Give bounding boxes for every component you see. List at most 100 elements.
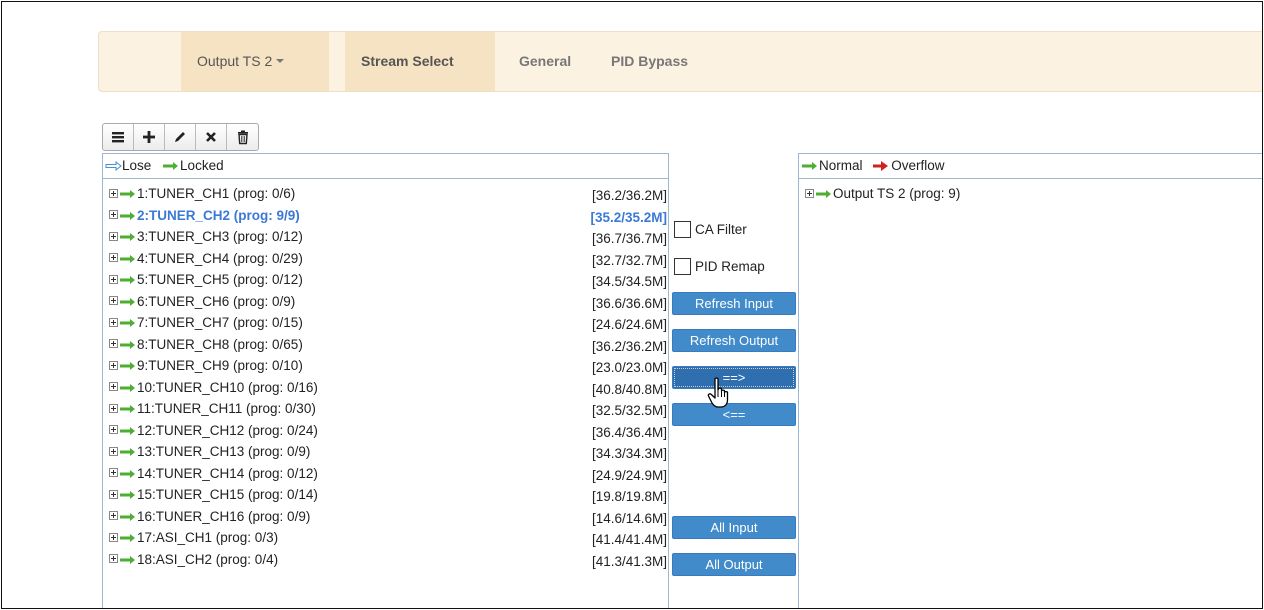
- expand-icon[interactable]: [109, 317, 118, 327]
- ca-filter-box[interactable]: [674, 221, 691, 238]
- tree-row[interactable]: 15:TUNER_CH15 (prog: 0/14) [19.8/19.8M]: [103, 484, 668, 506]
- expand-icon[interactable]: [109, 296, 118, 306]
- move-right-button[interactable]: ==>: [672, 366, 796, 389]
- input-tree: 1:TUNER_CH1 (prog: 0/6) [36.2/36.2M] 2:TUN…: [103, 179, 668, 570]
- expand-icon[interactable]: [109, 468, 118, 478]
- tab-pid-bypass[interactable]: PID Bypass: [595, 32, 704, 91]
- tree-row[interactable]: 3:TUNER_CH3 (prog: 0/12) [36.7/36.7M]: [103, 226, 668, 248]
- tree-row[interactable]: 16:TUNER_CH16 (prog: 0/9) [14.6/14.6M]: [103, 506, 668, 528]
- channel-label[interactable]: 7:TUNER_CH7 (prog: 0/15): [137, 315, 303, 330]
- tree-row[interactable]: 9:TUNER_CH9 (prog: 0/10) [23.0/23.0M]: [103, 355, 668, 377]
- expand-icon[interactable]: [109, 425, 118, 435]
- all-output-button[interactable]: All Output: [672, 553, 796, 576]
- expand-icon[interactable]: [109, 554, 118, 564]
- expand-icon[interactable]: [109, 231, 118, 241]
- bitrate-value: [24.6/24.6M]: [591, 317, 667, 332]
- expand-icon[interactable]: [109, 360, 118, 370]
- channel-label[interactable]: 6:TUNER_CH6 (prog: 0/9): [137, 294, 295, 309]
- pid-remap-box[interactable]: [674, 258, 691, 275]
- tab-output-ts-dropdown[interactable]: Output TS 2: [181, 32, 329, 91]
- channel-label[interactable]: 11:TUNER_CH11 (prog: 0/30): [137, 401, 316, 416]
- close-icon: [206, 132, 216, 142]
- channel-label[interactable]: 18:ASI_CH2 (prog: 0/4): [137, 552, 278, 567]
- refresh-output-button[interactable]: Refresh Output: [672, 329, 796, 352]
- expand-icon[interactable]: [109, 511, 118, 521]
- remove-button[interactable]: [196, 124, 227, 150]
- locked-arrow-icon: [120, 383, 135, 392]
- expand-icon[interactable]: [109, 339, 118, 349]
- locked-arrow-icon: [120, 362, 135, 371]
- expand-icon[interactable]: [109, 188, 118, 198]
- tree-row[interactable]: 11:TUNER_CH11 (prog: 0/30) [32.5/32.5M]: [103, 398, 668, 420]
- channel-label[interactable]: 16:TUNER_CH16 (prog: 0/9): [137, 509, 310, 524]
- tree-row[interactable]: 1:TUNER_CH1 (prog: 0/6) [36.2/36.2M]: [103, 183, 668, 205]
- locked-arrow-icon: [120, 211, 135, 220]
- channel-label[interactable]: 2:TUNER_CH2 (prog: 9/9): [137, 208, 300, 223]
- bitrate-value: [32.5/32.5M]: [591, 403, 667, 418]
- normal-arrow-icon: [802, 162, 817, 171]
- edit-button[interactable]: [165, 124, 196, 150]
- channel-label[interactable]: 15:TUNER_CH15 (prog: 0/14): [137, 487, 318, 502]
- channel-label[interactable]: 3:TUNER_CH3 (prog: 0/12): [137, 229, 303, 244]
- expand-icon[interactable]: [109, 210, 118, 220]
- refresh-input-button[interactable]: Refresh Input: [672, 292, 796, 315]
- tree-row[interactable]: 10:TUNER_CH10 (prog: 0/16) [40.8/40.8M]: [103, 377, 668, 399]
- pid-remap-checkbox[interactable]: PID Remap: [674, 258, 765, 275]
- expand-icon[interactable]: [109, 253, 118, 263]
- bitrate-value: [14.6/14.6M]: [591, 510, 667, 526]
- ca-filter-checkbox[interactable]: CA Filter: [674, 221, 747, 238]
- bitrate-value: [36.7/36.7M]: [591, 231, 667, 246]
- channel-label[interactable]: 17:ASI_CH1 (prog: 0/3): [137, 530, 278, 545]
- channel-label[interactable]: 1:TUNER_CH1 (prog: 0/6): [137, 186, 295, 201]
- all-input-button[interactable]: All Input: [672, 516, 796, 539]
- output-label[interactable]: Output TS 2 (prog: 9): [833, 186, 960, 201]
- tree-row[interactable]: 12:TUNER_CH12 (prog: 0/24) [36.4/36.4M]: [103, 420, 668, 442]
- expand-icon[interactable]: [109, 403, 118, 413]
- tab-stream-select[interactable]: Stream Select: [345, 32, 495, 91]
- tree-row[interactable]: 18:ASI_CH2 (prog: 0/4) [41.3/41.3M]: [103, 549, 668, 571]
- channel-label[interactable]: 14:TUNER_CH14 (prog: 0/12): [137, 466, 318, 481]
- output-stream-panel: Normal Overflow Output TS 2 (prog: 9): [798, 153, 1262, 608]
- channel-label[interactable]: 10:TUNER_CH10 (prog: 0/16): [137, 380, 318, 395]
- locked-arrow-icon: [120, 190, 135, 199]
- tree-row[interactable]: 2:TUNER_CH2 (prog: 9/9) [35.2/35.2M]: [103, 205, 668, 227]
- tree-row[interactable]: 8:TUNER_CH8 (prog: 0/65) [36.2/36.2M]: [103, 334, 668, 356]
- tree-row[interactable]: 5:TUNER_CH5 (prog: 0/12) [34.5/34.5M]: [103, 269, 668, 291]
- locked-arrow-icon: [120, 319, 135, 328]
- channel-label[interactable]: 5:TUNER_CH5 (prog: 0/12): [137, 272, 303, 287]
- locked-arrow-icon: [120, 254, 135, 263]
- channel-label[interactable]: 8:TUNER_CH8 (prog: 0/65): [137, 337, 303, 352]
- caret-down-icon: [276, 59, 285, 64]
- expand-icon[interactable]: [109, 382, 118, 392]
- input-stream-panel: Lose Locked 1:TUNER_CH1 (prog: 0/6) [36.2…: [102, 153, 669, 608]
- tree-row[interactable]: 6:TUNER_CH6 (prog: 0/9) [36.6/36.6M]: [103, 291, 668, 313]
- expand-icon[interactable]: [109, 274, 118, 284]
- add-button[interactable]: [134, 124, 165, 150]
- locked-arrow-icon: [816, 190, 831, 199]
- locked-arrow-icon: [120, 405, 135, 414]
- channel-label[interactable]: 4:TUNER_CH4 (prog: 0/29): [137, 251, 303, 266]
- tree-row[interactable]: Output TS 2 (prog: 9): [799, 183, 1262, 205]
- channel-label[interactable]: 12:TUNER_CH12 (prog: 0/24): [137, 423, 318, 438]
- tab-general[interactable]: General: [503, 32, 587, 91]
- tree-row[interactable]: 14:TUNER_CH14 (prog: 0/12) [24.9/24.9M]: [103, 463, 668, 485]
- expand-icon[interactable]: [109, 489, 118, 499]
- channel-label[interactable]: 9:TUNER_CH9 (prog: 0/10): [137, 358, 303, 373]
- input-legend: Lose Locked: [103, 154, 668, 179]
- expand-icon[interactable]: [109, 532, 118, 542]
- expand-icon[interactable]: [805, 188, 814, 198]
- legend-normal-label: Normal: [819, 158, 863, 173]
- tree-toolbar: [102, 123, 259, 151]
- delete-button[interactable]: [227, 124, 258, 150]
- expand-icon[interactable]: [109, 446, 118, 456]
- list-icon: [112, 132, 124, 143]
- bitrate-value: [19.8/19.8M]: [591, 489, 667, 504]
- tree-row[interactable]: 7:TUNER_CH7 (prog: 0/15) [24.6/24.6M]: [103, 312, 668, 334]
- channel-label[interactable]: 13:TUNER_CH13 (prog: 0/9): [137, 444, 310, 459]
- list-button[interactable]: [103, 124, 134, 150]
- move-left-button[interactable]: <==: [672, 403, 796, 426]
- bitrate-value: [24.9/24.9M]: [591, 467, 667, 483]
- tree-row[interactable]: 13:TUNER_CH13 (prog: 0/9) [34.3/34.3M]: [103, 441, 668, 463]
- tree-row[interactable]: 4:TUNER_CH4 (prog: 0/29) [32.7/32.7M]: [103, 248, 668, 270]
- tree-row[interactable]: 17:ASI_CH1 (prog: 0/3) [41.4/41.4M]: [103, 527, 668, 549]
